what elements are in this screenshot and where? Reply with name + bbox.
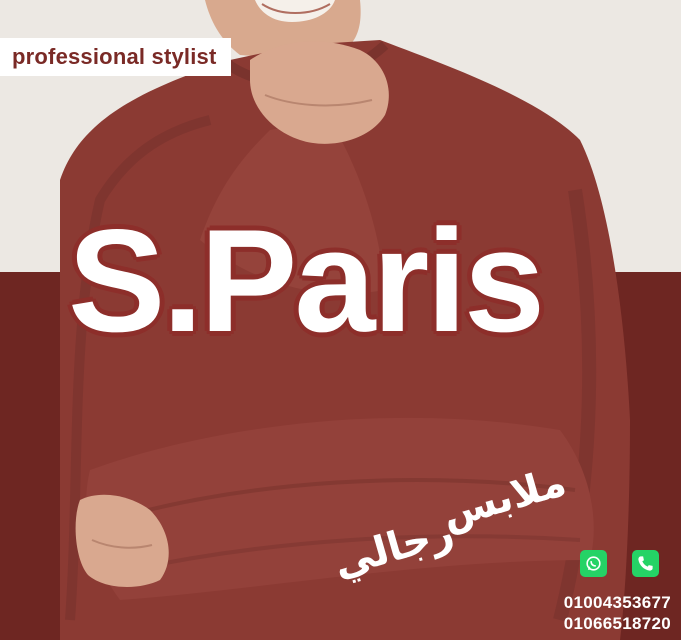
- contact-icons: [580, 550, 660, 578]
- professional-stylist-badge: professional stylist: [0, 38, 231, 76]
- phone-number-1: 01004353677: [563, 593, 671, 612]
- phone-icon[interactable]: [632, 550, 659, 577]
- whatsapp-icon[interactable]: [580, 550, 607, 577]
- phone-numbers: 01004353677 01066518720: [564, 592, 671, 634]
- brand-logo: S.Paris: [68, 199, 545, 362]
- phone-number-2: 01066518720: [563, 614, 671, 633]
- badge-text: professional stylist: [12, 44, 217, 69]
